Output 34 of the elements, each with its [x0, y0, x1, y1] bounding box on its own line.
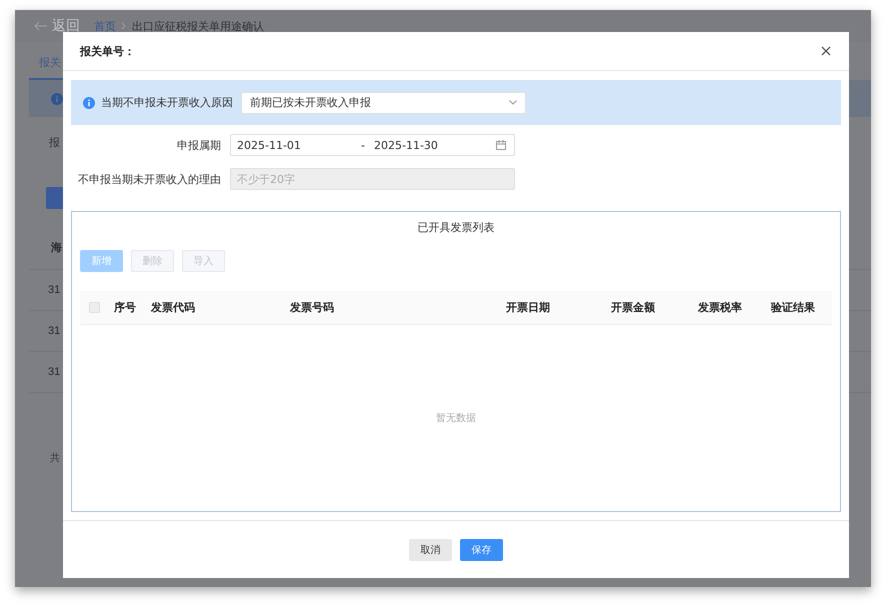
column-header: 开票日期 — [505, 300, 551, 315]
field-label: 当期不申报未开票收入原因 — [101, 95, 234, 110]
close-icon[interactable] — [821, 46, 831, 56]
column-header: 发票代码 — [150, 300, 196, 315]
save-button[interactable]: 保存 — [460, 538, 503, 560]
pagination-text: 共 — [50, 453, 60, 464]
table-cell: 31 — [48, 325, 60, 337]
filter-label: 报 — [49, 134, 60, 150]
column-header: 验证结果 — [770, 300, 816, 315]
info-icon — [51, 93, 63, 105]
calendar-icon — [496, 140, 506, 150]
field-label: 不申报当期未开票收入的理由 — [77, 172, 222, 186]
caret-icon — [509, 100, 517, 105]
select-all-checkbox[interactable] — [89, 302, 100, 313]
info-icon — [83, 96, 95, 108]
empty-message: 暂无数据 — [436, 412, 476, 425]
panel-title: 已开具发票列表 — [418, 220, 494, 235]
column-header: 发票税率 — [696, 300, 743, 315]
breadcrumb-link[interactable]: 首页 — [94, 18, 116, 34]
date-range-field[interactable]: 2025-11-01 - 2025-11-30 — [230, 134, 515, 156]
column-header: 序号 — [113, 300, 137, 315]
chevron-right-icon — [121, 22, 127, 30]
back-arrow-icon — [34, 21, 48, 31]
cancel-button[interactable]: 取消 — [409, 538, 452, 560]
field-label: 申报属期 — [176, 138, 222, 152]
reason-select[interactable]: 前期已按未开票收入申报 — [241, 92, 526, 114]
table-cell: 31 — [48, 284, 60, 296]
column-header: 开票金额 — [610, 300, 656, 315]
table-cell: 31 — [48, 366, 60, 378]
back-link[interactable]: 返回 — [34, 17, 80, 35]
column-header: 发票号码 — [288, 300, 335, 315]
dialog-title: 报关单号： — [80, 44, 135, 58]
column-header: 海 — [51, 240, 62, 254]
breadcrumb-current: 出口应征税报关单用途确认 — [132, 18, 264, 34]
